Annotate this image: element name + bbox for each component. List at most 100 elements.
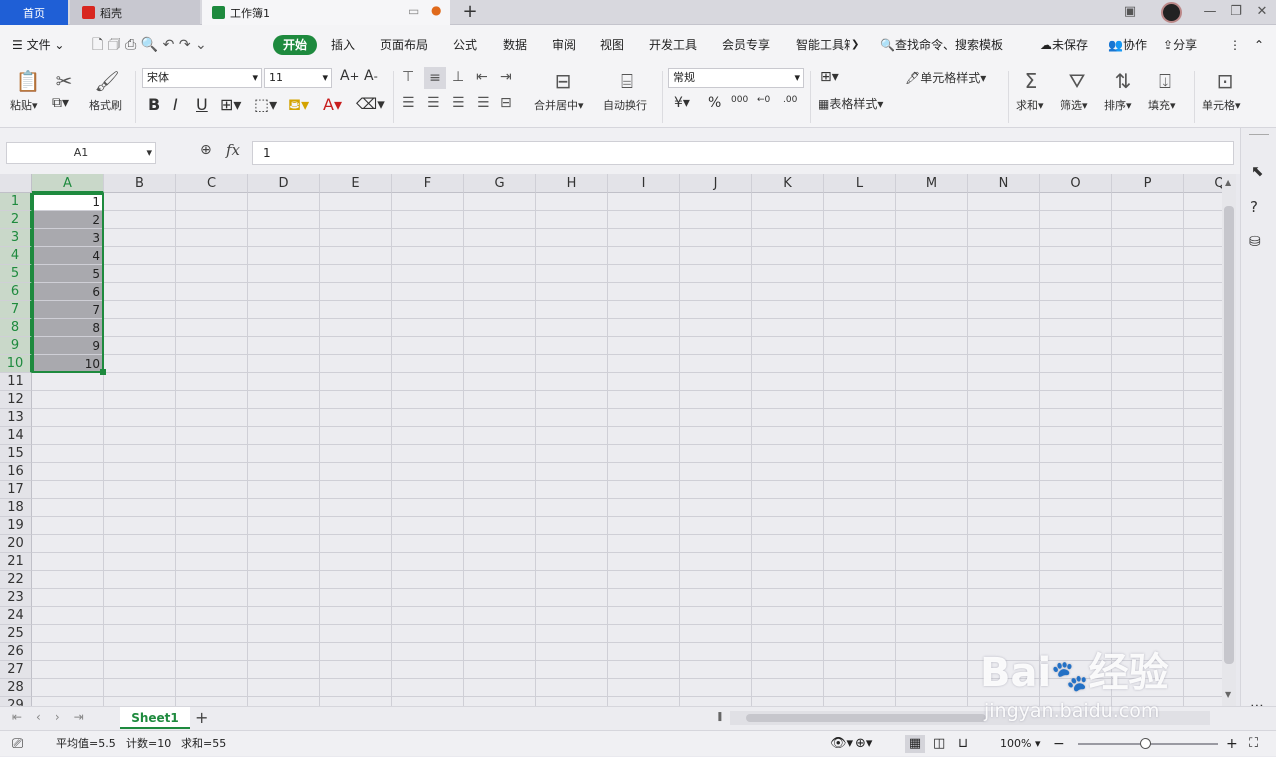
cell[interactable]: [248, 535, 320, 553]
cell[interactable]: [752, 661, 824, 679]
cell[interactable]: [968, 337, 1040, 355]
bold-button[interactable]: B: [148, 95, 160, 114]
more-icon[interactable]: ⋮: [1229, 25, 1241, 65]
cell[interactable]: [392, 355, 464, 373]
cell[interactable]: [680, 661, 752, 679]
cell[interactable]: [1040, 463, 1112, 481]
cell[interactable]: [320, 265, 392, 283]
cell[interactable]: [248, 229, 320, 247]
fill-icon[interactable]: ⍗: [1152, 67, 1178, 95]
cell[interactable]: [176, 553, 248, 571]
sum-icon[interactable]: Σ: [1018, 67, 1044, 95]
cell[interactable]: [536, 517, 608, 535]
row-header[interactable]: 18: [0, 499, 32, 517]
cell[interactable]: [680, 679, 752, 697]
fill-style-icon[interactable]: ⬚▾: [254, 95, 277, 114]
row-header[interactable]: 2: [0, 211, 32, 229]
cell[interactable]: [176, 409, 248, 427]
cell[interactable]: [320, 625, 392, 643]
cloud-save[interactable]: ☁未保存: [1040, 25, 1088, 65]
cell[interactable]: [968, 535, 1040, 553]
cell[interactable]: [176, 589, 248, 607]
cell[interactable]: [680, 355, 752, 373]
cell[interactable]: [824, 661, 896, 679]
cell[interactable]: [968, 517, 1040, 535]
cell[interactable]: [320, 697, 392, 706]
cell[interactable]: [1040, 409, 1112, 427]
cell[interactable]: [392, 445, 464, 463]
cell[interactable]: [968, 463, 1040, 481]
merge-center-icon[interactable]: ⊟: [550, 67, 576, 95]
cell-icon[interactable]: ⊡: [1212, 67, 1238, 95]
cell[interactable]: [1112, 517, 1184, 535]
cell[interactable]: [608, 517, 680, 535]
cell[interactable]: [896, 571, 968, 589]
cell[interactable]: [536, 535, 608, 553]
cell[interactable]: [608, 409, 680, 427]
macro-record-icon[interactable]: ⎚: [12, 731, 23, 757]
cell[interactable]: [1112, 193, 1184, 211]
cell[interactable]: [1184, 301, 1222, 319]
tab-developer[interactable]: 开发工具: [649, 25, 697, 65]
cell[interactable]: [896, 697, 968, 706]
cell[interactable]: [176, 535, 248, 553]
hscroll-grip-icon[interactable]: ❚: [716, 712, 724, 722]
cell[interactable]: [464, 589, 536, 607]
cell[interactable]: [464, 499, 536, 517]
cell[interactable]: [896, 247, 968, 265]
column-header[interactable]: J: [680, 174, 752, 193]
cell[interactable]: [752, 319, 824, 337]
cell[interactable]: [464, 355, 536, 373]
cell[interactable]: [968, 283, 1040, 301]
cell[interactable]: [968, 211, 1040, 229]
cell[interactable]: [1112, 499, 1184, 517]
cell[interactable]: [1040, 445, 1112, 463]
cell[interactable]: [1184, 247, 1222, 265]
indent-decrease-icon[interactable]: ⇤: [476, 69, 488, 85]
cell[interactable]: [1040, 571, 1112, 589]
cell[interactable]: [392, 427, 464, 445]
cell[interactable]: [536, 265, 608, 283]
cell[interactable]: [176, 661, 248, 679]
cell[interactable]: [248, 409, 320, 427]
cell[interactable]: [1040, 391, 1112, 409]
format-painter-icon[interactable]: 🖌: [94, 67, 119, 95]
cell[interactable]: [608, 535, 680, 553]
cell[interactable]: [104, 535, 176, 553]
tab-home[interactable]: 首页: [0, 0, 68, 25]
cell[interactable]: [896, 283, 968, 301]
cell[interactable]: [896, 499, 968, 517]
cell[interactable]: [32, 409, 104, 427]
cell[interactable]: [680, 211, 752, 229]
cell[interactable]: [320, 373, 392, 391]
cell[interactable]: [824, 229, 896, 247]
cell[interactable]: [896, 607, 968, 625]
cell[interactable]: [1184, 481, 1222, 499]
cell[interactable]: [896, 481, 968, 499]
row-header[interactable]: 19: [0, 517, 32, 535]
wrap-text-button[interactable]: 自动换行: [603, 97, 647, 113]
cell[interactable]: [752, 679, 824, 697]
cell[interactable]: [608, 229, 680, 247]
cell[interactable]: [752, 643, 824, 661]
cell[interactable]: [536, 301, 608, 319]
cell[interactable]: [248, 247, 320, 265]
cell[interactable]: [1112, 355, 1184, 373]
cell[interactable]: [1112, 211, 1184, 229]
tab-member[interactable]: 会员专享: [722, 25, 770, 65]
cell[interactable]: [248, 373, 320, 391]
cell[interactable]: [320, 301, 392, 319]
cell[interactable]: [1112, 553, 1184, 571]
cell[interactable]: [536, 193, 608, 211]
cell[interactable]: [536, 427, 608, 445]
cell[interactable]: [176, 265, 248, 283]
cell[interactable]: [320, 211, 392, 229]
tab-data[interactable]: 数据: [503, 25, 527, 65]
cell[interactable]: [464, 481, 536, 499]
cell[interactable]: [320, 661, 392, 679]
cell[interactable]: [464, 211, 536, 229]
cell[interactable]: [392, 589, 464, 607]
cell[interactable]: [824, 499, 896, 517]
cell[interactable]: [1184, 517, 1222, 535]
cell[interactable]: [608, 553, 680, 571]
